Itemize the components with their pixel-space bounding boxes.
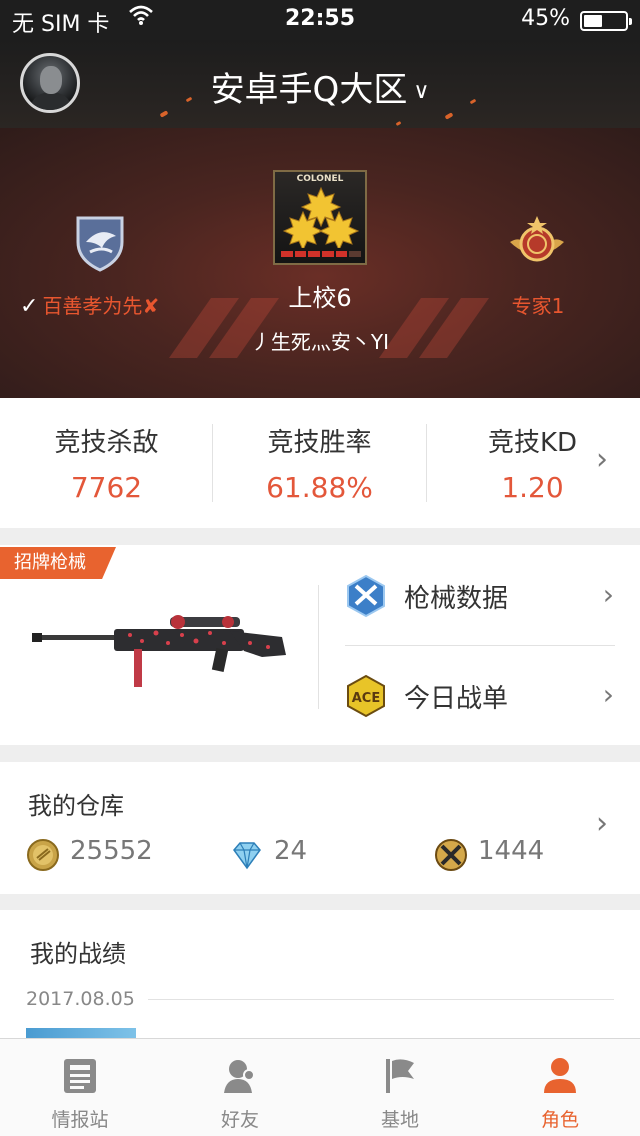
chevron-down-icon: ∨ [413,79,430,104]
rank-stars-icon [282,186,360,248]
server-name: 安卓手Q大区 [210,70,408,110]
tab-base[interactable]: 基地 [320,1039,480,1136]
warehouse-card[interactable]: 我的仓库 25552 24 1444 › [0,762,640,894]
weapon-data-button[interactable]: 枪械数据 › [344,566,634,626]
expert-badge-icon[interactable] [508,214,566,270]
weapon-data-icon [347,574,385,618]
rank-progress-segment [335,251,348,257]
rank-progress [281,251,362,257]
battery-icon [580,11,632,31]
daily-report-button[interactable]: ACE 今日战单 › [344,666,634,726]
rank-progress-segment [281,251,293,257]
competitive-stats-card[interactable]: 竞技杀敌 7762 竞技胜率 61.88% 竞技KD 1.20 › [0,398,640,528]
signature-weapon-card: 招牌枪械 枪械数据 › ACE 今日战单 › [0,545,640,745]
records-title: 我的战绩 [30,940,126,968]
tab-character[interactable]: 角色 [480,1039,640,1136]
crossed-guns-icon [435,839,467,871]
signature-weapon-tag: 招牌枪械 [0,547,116,579]
status-bar: 无 SIM 卡 22:55 45% [0,0,640,40]
gold-coin-icon [27,839,59,871]
bottom-tab-bar: 情报站 好友 基地 角色 [0,1038,640,1136]
rank-progress-segment [322,251,334,257]
rank-progress-segment [349,251,362,257]
tab-friends[interactable]: 好友 [160,1039,320,1136]
divider [345,645,615,646]
sniper-rifle-image[interactable] [30,605,290,705]
news-icon [64,1059,96,1093]
battery-percent: 45% [521,6,570,31]
app-root: 无 SIM 卡 22:55 45% 安卓手Q大区 ∨ ✓ 百善孝为先✘ COLO… [0,0,640,1136]
diamond-icon [233,842,261,870]
battle-records-card: 我的战绩 2017.08.05 [0,910,640,1040]
stat-kills: 竞技杀敌 7762 [54,428,159,504]
tab-news[interactable]: 情报站 [0,1039,160,1136]
rank-badge-label: COLONEL [296,174,344,184]
divider [318,585,319,709]
chevron-right-icon[interactable]: › [596,442,608,477]
ace-icon: ACE [347,674,385,718]
player-name: 丿生死灬安丶YI [250,330,390,354]
expert-label[interactable]: 专家1 [488,290,588,319]
rank-badge[interactable]: COLONEL [273,170,367,265]
divider [148,999,614,1000]
warehouse-title: 我的仓库 [28,792,124,820]
svg-text:ACE: ACE [352,691,380,706]
profile-banner: ✓ 百善孝为先✘ COLONEL 上校6 丿生死灬安丶YI 专家1 [0,128,640,398]
stat-win-rate: 竞技胜率 61.88% [266,428,373,504]
chevron-right-icon: › [602,578,614,611]
record-date: 2017.08.05 [26,988,135,1010]
flag-icon [386,1059,414,1093]
team-shield-icon[interactable] [72,212,128,272]
chevron-right-icon: › [602,678,614,711]
chevron-right-icon: › [596,806,608,841]
person-icon [544,1058,576,1093]
server-selector[interactable]: 安卓手Q大区 ∨ [0,62,640,111]
friends-icon [224,1060,255,1093]
rank-progress-segment [294,251,307,257]
rank-progress-segment [308,251,321,257]
top-header: 安卓手Q大区 ∨ [0,40,640,128]
